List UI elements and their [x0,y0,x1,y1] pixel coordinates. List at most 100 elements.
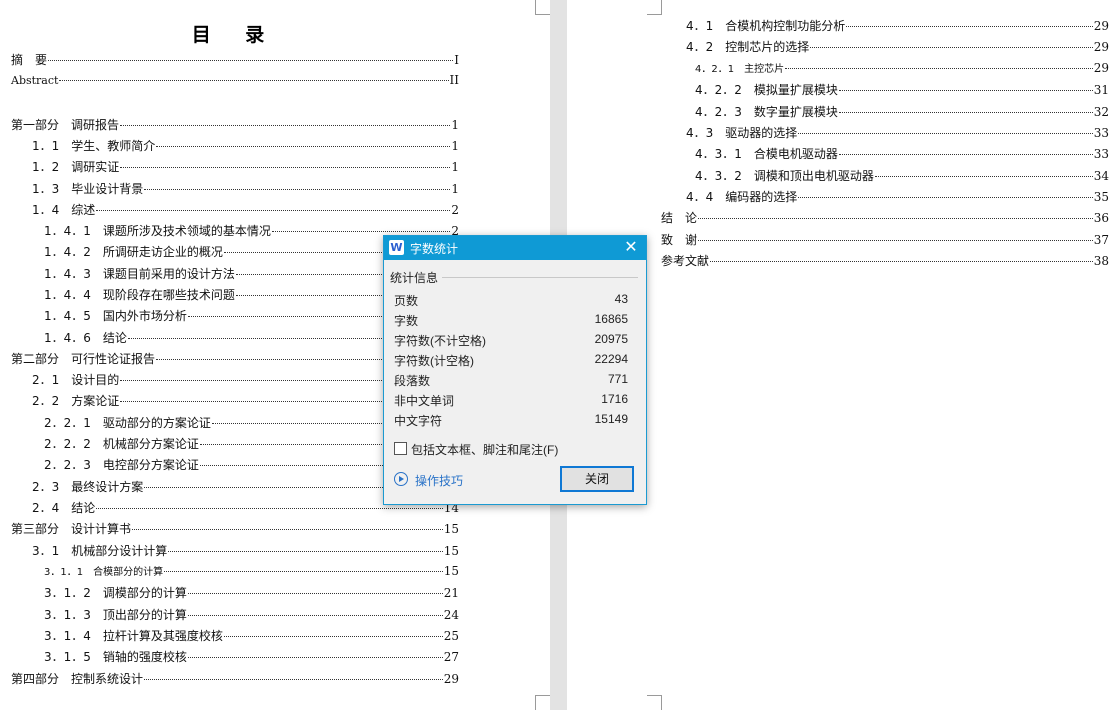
toc-entry-page: 38 [1093,254,1109,268]
stat-label: 字符数(不计空格) [394,334,486,348]
include-checkbox[interactable] [394,442,407,455]
toc-entry-text: 2．2．3 电控部分方案论证 [44,458,199,472]
toc-entry-text: 4．2．3 数字量扩展模块 [695,105,838,119]
toc-entry[interactable]: 4．3 驱动器的选择 33 [686,124,1109,144]
toc-entry-text: 3．1．3 顶出部分的计算 [44,608,187,622]
toc-entry-page: 27 [443,650,459,664]
toc-entry-page: 1 [451,139,459,153]
toc-entry[interactable]: 摘 要I [11,51,459,71]
toc-entry-page: II [449,73,459,87]
toc-dot-leader [48,60,454,61]
toc-entry[interactable]: 1．3 毕业设计背景 1 [32,180,459,200]
toc-entry[interactable]: 3．1 机械部分设计计算 15 [32,542,459,562]
toc-entry-text: 2．4 结论 [32,501,96,515]
toc-entry-text: 3．1．2 调模部分的计算 [44,586,187,600]
toc-entry[interactable]: 4．2 控制芯片的选择 29 [686,38,1109,58]
toc-entry[interactable]: 4．3．1 合模电机驱动器 33 [695,145,1109,165]
toc-entry-page: 32 [1093,105,1109,119]
toc-entry[interactable]: 致 谢 37 [661,231,1109,251]
toc-dot-leader [838,154,1093,155]
toc-entry[interactable]: 1．2 调研实证 1 [32,158,459,178]
toc-entry[interactable]: 1．1 学生、教师简介 1 [32,137,459,157]
stat-label: 中文字符 [394,414,443,428]
word-count-dialog: W 字数统计 ✕ 统计信息 页数 43 字数 16865 字符数(不计空格) 20975 字… [383,235,647,505]
toc-dot-leader [156,146,451,147]
toc-entry-text: 4．4 编码器的选择 [686,190,798,204]
toc-entry-page: 1 [451,160,459,174]
toc-dot-leader [187,615,443,616]
stat-value: 43 [614,292,628,306]
toc-entry-text: 第四部分 控制系统设计 [11,672,144,686]
toc-dot-leader [838,90,1093,91]
toc-entry[interactable]: 3．1．4 拉杆计算及其强度校核 25 [44,627,459,647]
dialog-titlebar[interactable]: W 字数统计 ✕ [384,236,646,260]
toc-entry-page: 24 [443,608,459,622]
toc-entry[interactable]: 3．1．2 调模部分的计算 21 [44,584,459,604]
toc-entry-text: 1．4．3 课题目前采用的设计方法 [44,267,235,281]
toc-entry-text: 2．2 方案论证 [32,394,120,408]
toc-entry[interactable]: 3．1．5 销轴的强度校核 27 [44,648,459,668]
toc-entry[interactable]: 1．4 综述 2 [32,201,459,221]
toc-entry[interactable]: 4．2．3 数字量扩展模块 32 [695,103,1109,123]
toc-entry-text: 结 论 [661,211,698,225]
toc-entry[interactable]: 4．4 编码器的选择 35 [686,188,1109,208]
toc-entry-text: 2．1 设计目的 [32,373,120,387]
close-icon[interactable]: ✕ [616,236,646,260]
toc-entry-text: 2．2．1 驱动部分的方案论证 [44,416,211,430]
toc-dot-leader [838,112,1093,113]
toc-entry[interactable]: 4．1 合模机构控制功能分析 29 [686,17,1109,37]
toc-dot-leader [798,133,1093,134]
dialog-title: 字数统计 [410,242,459,256]
toc-entry[interactable]: 3．1．1 合模部分的计算 15 [44,563,459,583]
toc-entry-page: 15 [443,544,459,558]
toc-entry[interactable]: 结 论 36 [661,209,1109,229]
toc-dot-leader [120,125,451,126]
toc-entry[interactable]: 第一部分 调研报告 1 [11,116,459,136]
toc-dot-leader [96,508,443,509]
toc-dot-leader [846,26,1093,27]
toc-entry-page: 29 [443,672,459,686]
toc-entry-page: 37 [1093,233,1109,247]
stat-row: 段落数 771 [394,372,628,392]
toc-entry-text: 第一部分 调研报告 [11,118,120,132]
toc-entry[interactable]: Abstract II [11,73,459,93]
toc-dot-leader [59,80,449,81]
toc-entry[interactable]: 参考文献 38 [661,252,1109,272]
toc-entry-text: 2．2．2 机械部分方案论证 [44,437,199,451]
toc-entry-page: 36 [1093,211,1109,225]
toc-entry-page: 31 [1093,83,1109,97]
stat-label: 段落数 [394,374,431,388]
toc-dot-leader [164,571,443,572]
toc-entry-text: 4．2 控制芯片的选择 [686,40,810,54]
toc-entry[interactable]: 4．2．1 主控芯片 29 [695,60,1109,80]
toc-entry-text: 3．1．5 销轴的强度校核 [44,650,187,664]
toc-entry-text: 4．3．2 调模和顶出电机驱动器 [695,169,874,183]
toc-entry[interactable]: 第四部分 控制系统设计 29 [11,670,459,690]
toc-entry[interactable]: 第三部分 设计计算书 15 [11,520,459,540]
toc-entry-text: 1．4．1 课题所涉及技术领域的基本情况 [44,224,271,238]
toc-entry-page: 33 [1093,126,1109,140]
toc-entry-text: 2．3 最终设计方案 [32,480,144,494]
document-page-right: 4．1 合模机构控制功能分析 29 4．2 控制芯片的选择 29 4．2．1 主控芯片 2… [567,0,1111,710]
toc-dot-leader [810,47,1093,48]
play-circle-icon [394,472,408,486]
close-button[interactable]: 关闭 [560,466,634,492]
toc-entry-text: 摘 要 [11,53,48,67]
toc-dot-leader [96,210,451,211]
toc-dot-leader [120,167,451,168]
stat-row: 非中文单词 1716 [394,392,628,412]
toc-entry[interactable]: 4．3．2 调模和顶出电机驱动器 34 [695,167,1109,187]
toc-entry-page: 29 [1093,40,1109,54]
statistics-header: 统计信息 [390,271,439,285]
toc-dot-leader [874,176,1093,177]
toc-entry-text: 4．1 合模机构控制功能分析 [686,19,846,33]
toc-entry[interactable]: 4．2．2 模拟量扩展模块 31 [695,81,1109,101]
toc-entry-text: 1．4 综述 [32,203,96,217]
toc-entry-page: 15 [443,564,459,578]
toc-dot-leader [168,551,443,552]
toc-entry[interactable]: 3．1．3 顶出部分的计算 24 [44,606,459,626]
toc-entry-page: 35 [1093,190,1109,204]
toc-entry-page: 33 [1093,147,1109,161]
toc-entry-text: 3．1．1 合模部分的计算 [44,567,164,578]
page-corner-mark [535,0,550,15]
